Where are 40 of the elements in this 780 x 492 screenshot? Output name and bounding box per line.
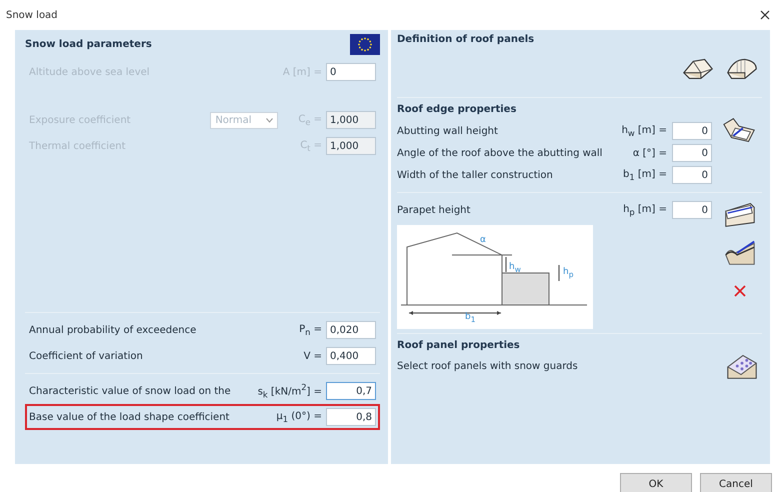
width-label: b$_{1}$ [465,312,476,325]
symbol-label: b$_{1}$ [m] = [623,168,667,182]
angle-label: α [480,235,486,245]
symbol-label: s$_{k}$ [kN/m$^{2}$] = [258,382,322,400]
eu-flag-icon[interactable] [350,34,380,55]
wall-height-label: h$_{w}$ [509,262,521,275]
window-title: Snow load [6,10,58,20]
section-title: Roof panel properties [397,340,521,351]
parapet-height-label: h$_{p}$ [563,267,574,280]
section-title: Snow load parameters [25,39,152,50]
dialog-button[interactable]: OK [620,473,692,492]
close-icon[interactable] [760,10,770,20]
symbol-label: h$_{w}$ [m] = [622,124,667,138]
section-title: Definition of roof panels [397,34,536,45]
field-label: Annual probability of exceedence [29,324,198,336]
caret-icon [266,118,274,122]
input-field[interactable]: 0,7 [326,382,376,400]
input-field[interactable]: 0,8 [326,408,376,426]
input-field[interactable]: 0 [672,166,712,184]
symbol-label: μ$_{1}$ (0°) = [276,410,322,424]
symbol-label: V = [304,350,322,362]
symbol-label: h$_{p}$ [m] = [623,204,667,216]
field-label: Characteristic value of snow load on the [29,386,232,396]
hint-text: Select roof panels with snow guards [397,360,578,372]
input-field[interactable]: 0,020 [326,321,376,339]
field-label: Angle of the roof above the abutting wall [397,148,604,158]
field-label: Abutting wall height [397,126,499,136]
symbol-label: α [°] = [632,148,667,158]
input-field[interactable]: 0 [672,144,712,162]
field-label: Base value of the load shape coefficient [29,412,230,422]
field-label: Width of the taller construction [397,170,554,180]
field-label: Coefficient of variation [29,350,144,362]
input-field[interactable]: 0 [672,201,712,219]
input-field[interactable]: 0,400 [326,347,376,365]
delete-icon[interactable] [734,285,746,297]
dialog-button[interactable]: Cancel [700,473,772,492]
input-field[interactable]: 0 [672,122,712,140]
section-title: Roof edge properties [397,104,518,117]
field-label: Parapet height [397,204,472,216]
symbol-label: P$_{n}$ = [299,324,322,336]
